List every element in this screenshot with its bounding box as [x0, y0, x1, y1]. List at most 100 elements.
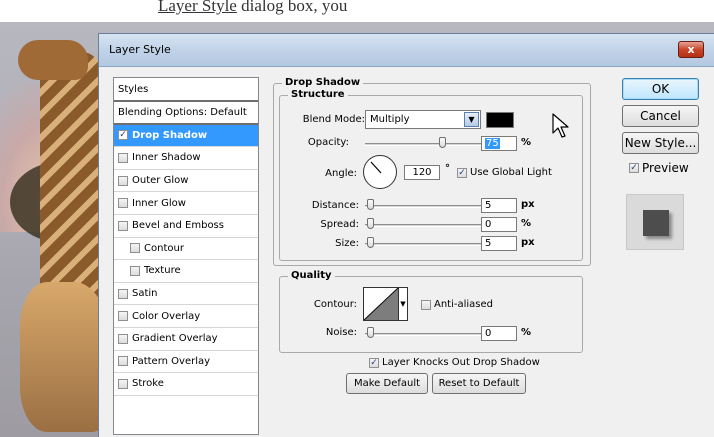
close-button[interactable]: x	[678, 41, 704, 58]
opacity-value: 75	[485, 138, 500, 149]
anti-aliased-checkbox[interactable]: Anti-aliased	[421, 299, 493, 310]
layer-knocks-out-checkbox[interactable]: Layer Knocks Out Drop Shadow	[369, 357, 540, 368]
style-item-drop-shadow[interactable]: Drop Shadow	[114, 124, 258, 148]
style-item-checkbox[interactable]	[118, 288, 128, 299]
shadow-color-swatch[interactable]	[486, 112, 514, 128]
reset-to-default-button[interactable]: Reset to Default	[432, 373, 526, 394]
tutorial-link-layer-style[interactable]: Layer Style	[158, 0, 237, 15]
style-preview-thumbnail	[626, 194, 684, 250]
layer-style-dialog: Layer Style x Styles Blending Options: D…	[98, 33, 714, 437]
noise-slider-track[interactable]	[365, 333, 483, 336]
spread-slider-track[interactable]	[365, 224, 483, 227]
style-item-label: Texture	[144, 265, 181, 277]
photo-giraffe-head	[18, 40, 88, 80]
noise-unit: %	[521, 327, 532, 338]
style-item-stroke[interactable]: Stroke	[114, 373, 258, 396]
style-item-label: Color Overlay	[132, 310, 201, 322]
use-global-light-box[interactable]	[457, 167, 467, 178]
style-item-inner-shadow[interactable]: Inner Shadow	[114, 147, 258, 170]
size-slider-track[interactable]	[365, 243, 483, 246]
make-default-button[interactable]: Make Default	[346, 373, 428, 394]
style-item-label: Satin	[132, 288, 158, 300]
distance-unit: px	[521, 199, 535, 210]
style-item-checkbox[interactable]	[118, 130, 128, 141]
style-item-texture[interactable]: Texture	[114, 260, 258, 283]
distance-slider-track[interactable]	[365, 205, 483, 208]
distance-slider-thumb[interactable]	[367, 199, 374, 210]
opacity-slider-thumb[interactable]	[439, 137, 446, 148]
size-input[interactable]: 5	[481, 236, 517, 251]
style-item-checkbox[interactable]	[118, 152, 128, 163]
angle-input[interactable]: 120	[404, 165, 440, 180]
preview-checkbox[interactable]: Preview	[629, 161, 689, 175]
style-item-bevel-and-emboss[interactable]: Bevel and Emboss	[114, 215, 258, 238]
style-item-checkbox[interactable]	[118, 333, 128, 344]
angle-value: 120	[412, 167, 432, 178]
new-style-button[interactable]: New Style...	[622, 132, 699, 154]
style-item-label: Contour	[144, 242, 184, 254]
noise-value: 0	[485, 328, 492, 339]
style-item-checkbox[interactable]	[118, 311, 128, 322]
angle-label: Angle:	[325, 168, 357, 179]
style-item-inner-glow[interactable]: Inner Glow	[114, 192, 258, 215]
size-unit: px	[521, 237, 535, 248]
styles-list: Styles Blending Options: Default Drop Sha…	[113, 77, 259, 435]
style-item-checkbox[interactable]	[130, 243, 140, 254]
style-item-color-overlay[interactable]: Color Overlay	[114, 305, 258, 328]
style-item-label: Pattern Overlay	[132, 355, 211, 367]
blend-mode-label: Blend Mode:	[302, 114, 365, 125]
size-slider-thumb[interactable]	[367, 237, 374, 248]
spread-slider-thumb[interactable]	[367, 218, 374, 229]
cancel-button[interactable]: Cancel	[622, 105, 699, 127]
use-global-light-checkbox[interactable]: Use Global Light	[457, 167, 552, 178]
blend-mode-select[interactable]: Multiply ▼	[365, 110, 481, 129]
style-item-outer-glow[interactable]: Outer Glow	[114, 170, 258, 193]
spread-input[interactable]: 0	[481, 217, 517, 232]
opacity-slider-track[interactable]	[365, 143, 483, 146]
noise-input[interactable]: 0	[481, 326, 517, 341]
anti-aliased-label: Anti-aliased	[434, 299, 494, 310]
dialog-titlebar[interactable]: Layer Style x	[99, 34, 714, 67]
contour-curve-shape	[363, 287, 399, 321]
chevron-down-icon[interactable]: ▼	[464, 112, 479, 127]
style-item-blending-options-default[interactable]: Blending Options: Default	[114, 102, 258, 125]
angle-dial-icon[interactable]	[363, 155, 397, 189]
style-item-contour[interactable]: Contour	[114, 238, 258, 261]
preview-square	[643, 210, 669, 236]
drop-shadow-group-title: Drop Shadow	[282, 77, 364, 88]
style-item-checkbox[interactable]	[118, 378, 128, 389]
tutorial-text: Layer Style dialog box, you	[158, 0, 347, 16]
opacity-unit: %	[521, 137, 532, 148]
tutorial-text-tail: dialog box, you	[236, 0, 348, 15]
contour-dropdown-icon[interactable]: ▼	[398, 287, 408, 321]
preview-box[interactable]	[629, 163, 639, 173]
styles-header[interactable]: Styles	[114, 78, 258, 102]
opacity-label: Opacity:	[307, 137, 349, 148]
style-item-gradient-overlay[interactable]: Gradient Overlay	[114, 328, 258, 351]
dialog-title: Layer Style	[109, 43, 171, 56]
style-item-checkbox[interactable]	[118, 198, 128, 209]
anti-aliased-box[interactable]	[421, 299, 431, 310]
distance-label: Distance:	[311, 200, 359, 211]
noise-slider-thumb[interactable]	[367, 327, 374, 338]
layer-knocks-out-label: Layer Knocks Out Drop Shadow	[382, 357, 540, 368]
opacity-input[interactable]: 75	[481, 136, 517, 151]
style-item-satin[interactable]: Satin	[114, 283, 258, 306]
contour-curve-icon[interactable]	[363, 287, 399, 321]
contour-label: Contour:	[313, 299, 357, 310]
angle-dial-hand	[370, 161, 382, 174]
style-item-pattern-overlay[interactable]: Pattern Overlay	[114, 351, 258, 374]
style-item-checkbox[interactable]	[118, 220, 128, 231]
angle-unit: °	[445, 163, 450, 174]
photo-rock	[20, 282, 110, 432]
style-item-checkbox[interactable]	[118, 356, 128, 367]
style-item-checkbox[interactable]	[118, 175, 128, 186]
ok-button[interactable]: OK	[622, 78, 699, 100]
preview-label: Preview	[642, 161, 689, 175]
style-item-checkbox[interactable]	[130, 265, 140, 276]
layer-knocks-out-box[interactable]	[369, 357, 379, 368]
style-item-label: Blending Options: Default	[118, 106, 247, 118]
styles-items: Blending Options: Default Drop Shadow Inne…	[114, 102, 258, 396]
distance-input[interactable]: 5	[481, 198, 517, 213]
size-label: Size:	[335, 238, 359, 249]
